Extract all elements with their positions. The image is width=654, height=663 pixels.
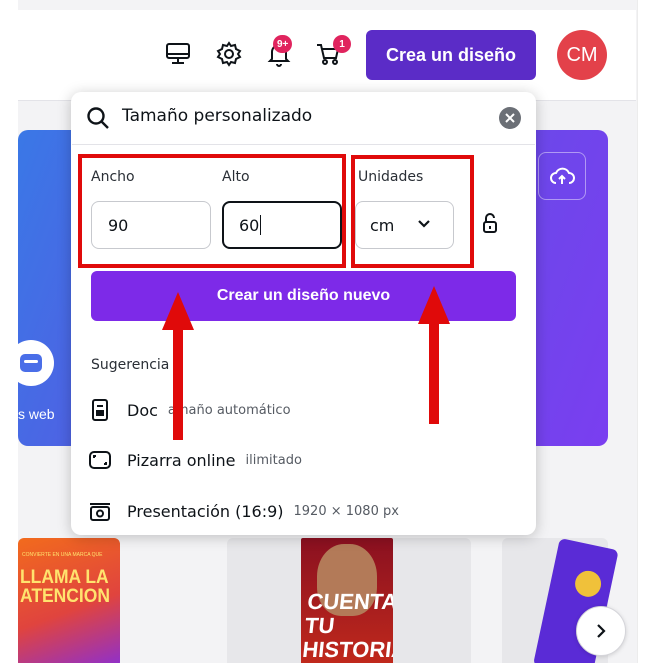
clear-search-icon[interactable] [499,107,521,129]
card-title-line: ATENCION [20,586,110,607]
hero-websites-label: s web [18,406,55,422]
annotation-box-dimensions [78,154,346,268]
suggestion-whiteboard[interactable]: Pizarra online ilimitado [88,445,302,475]
search-icon [87,107,109,129]
gear-icon[interactable] [215,40,243,68]
suggestion-desc: 1920 × 1080 px [293,503,399,519]
suggestion-name: Presentación (16:9) [127,501,284,521]
template-card-marketing[interactable]: CONVIERTE EN UNA MARCA QUE LLAMA LA ATEN… [18,538,120,663]
suggestion-presentation[interactable]: Presentación (16:9) 1920 × 1080 px [88,496,399,526]
desktop-icon[interactable] [164,40,192,68]
card-title-line: TU [303,613,336,638]
cart-badge: 1 [333,35,351,53]
card-small-text: CONVIERTE EN UNA MARCA QUE [22,552,103,558]
annotation-box-units [351,155,474,268]
template-card-story[interactable]: CUENTA TU HISTORIA [301,538,393,663]
canva-home-page: 9+ 1 Crea un diseño CM s web CONVIERTE E… [0,0,654,663]
search-input[interactable]: Tamaño personalizado [122,106,312,126]
upload-cloud-button[interactable] [538,152,586,200]
whiteboard-icon [88,448,112,472]
chevron-right-icon [597,624,606,638]
card-photo [572,568,604,600]
websites-icon[interactable] [8,340,54,386]
aspect-lock-icon[interactable] [481,212,499,234]
suggestion-name: Doc [127,400,158,420]
avatar[interactable]: CM [557,30,607,80]
annotation-arrow-right [418,286,450,424]
suggestion-desc: ilimitado [245,452,302,468]
left-margin [0,0,18,663]
cloud-upload-icon [550,167,575,184]
annotation-arrow-left [162,292,194,440]
scrollbar[interactable] [637,0,654,663]
card-title: LLAMA LA ATENCION [20,568,110,606]
suggestion-name: Pizarra online [127,450,236,470]
carousel-next-button[interactable] [576,606,626,656]
doc-icon [88,398,112,422]
card-title-line: LLAMA LA [20,567,109,588]
divider [72,144,535,145]
card-title-line: HISTORIA [301,637,393,662]
create-design-button[interactable]: Crea un diseño [366,30,536,80]
card-title: CUENTA TU HISTORIA [301,589,393,662]
presentation-icon [88,499,112,523]
card-title-line: CUENTA [306,589,393,614]
